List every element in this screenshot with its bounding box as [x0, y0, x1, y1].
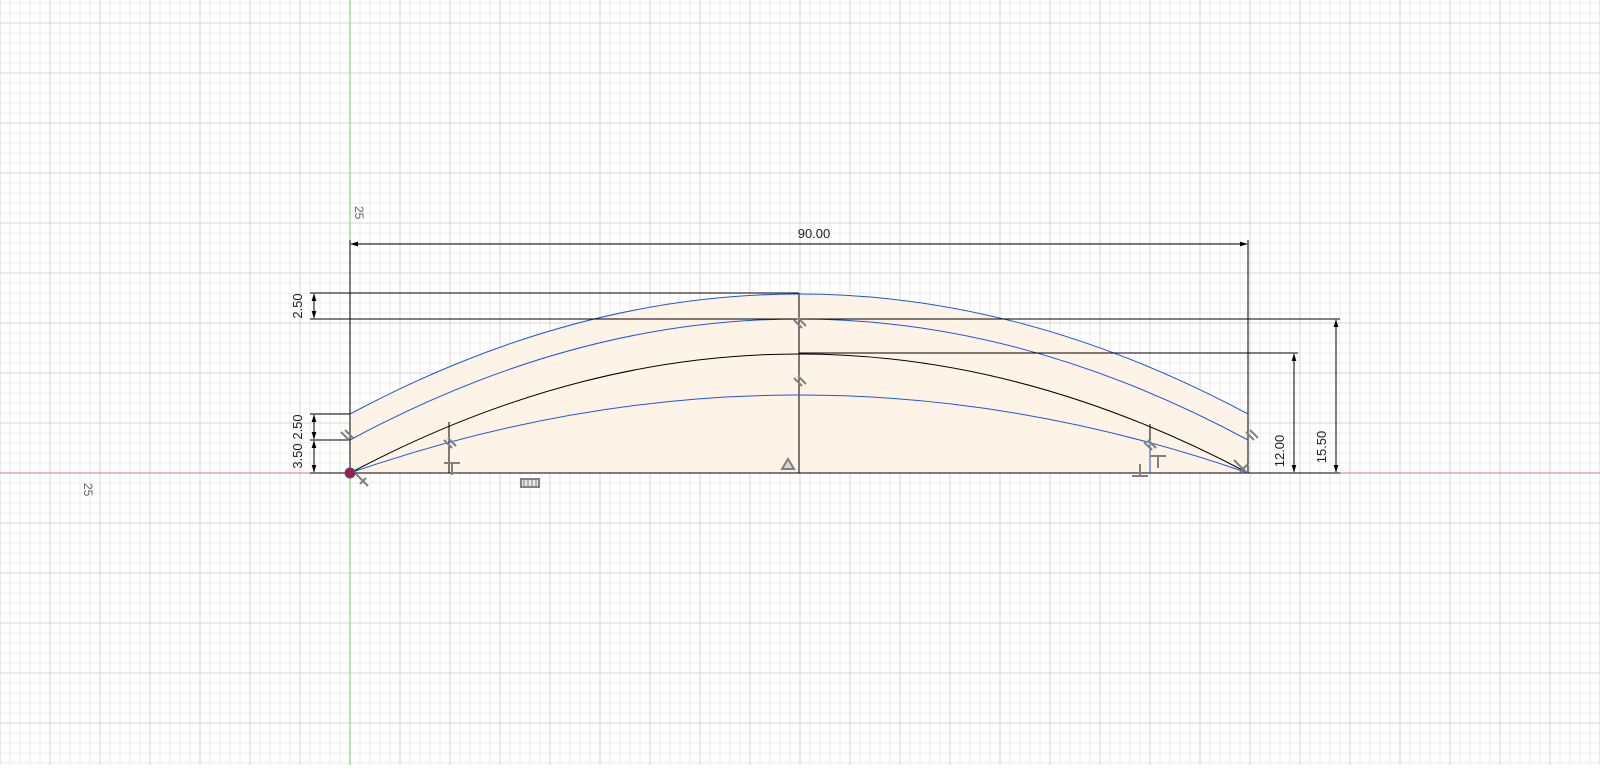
fix-icon[interactable] — [520, 478, 540, 488]
lower-offset-a-dimension[interactable]: 2.50 — [290, 414, 305, 439]
origin-point[interactable] — [344, 467, 356, 479]
arc-height-dimension[interactable]: 12.00 — [1272, 435, 1287, 468]
lower-offset-b-dimension[interactable]: 3.50 — [290, 443, 305, 468]
x-axis-tick-label: 25 — [81, 483, 95, 497]
total-height-dimension[interactable]: 15.50 — [1314, 431, 1329, 464]
overall-width-dimension[interactable]: 90.00 — [798, 226, 831, 241]
perpendicular-icon[interactable] — [355, 473, 369, 487]
top-offset-dimension[interactable]: 2.50 — [290, 293, 305, 318]
sketch-canvas[interactable]: 25 25 90.00 2.50 2.50 3.50 12.00 15.50 — [0, 0, 1600, 765]
y-axis-tick-label: 25 — [352, 206, 366, 220]
sketch-svg[interactable]: 25 25 90.00 2.50 2.50 3.50 12.00 15.50 — [0, 0, 1600, 765]
